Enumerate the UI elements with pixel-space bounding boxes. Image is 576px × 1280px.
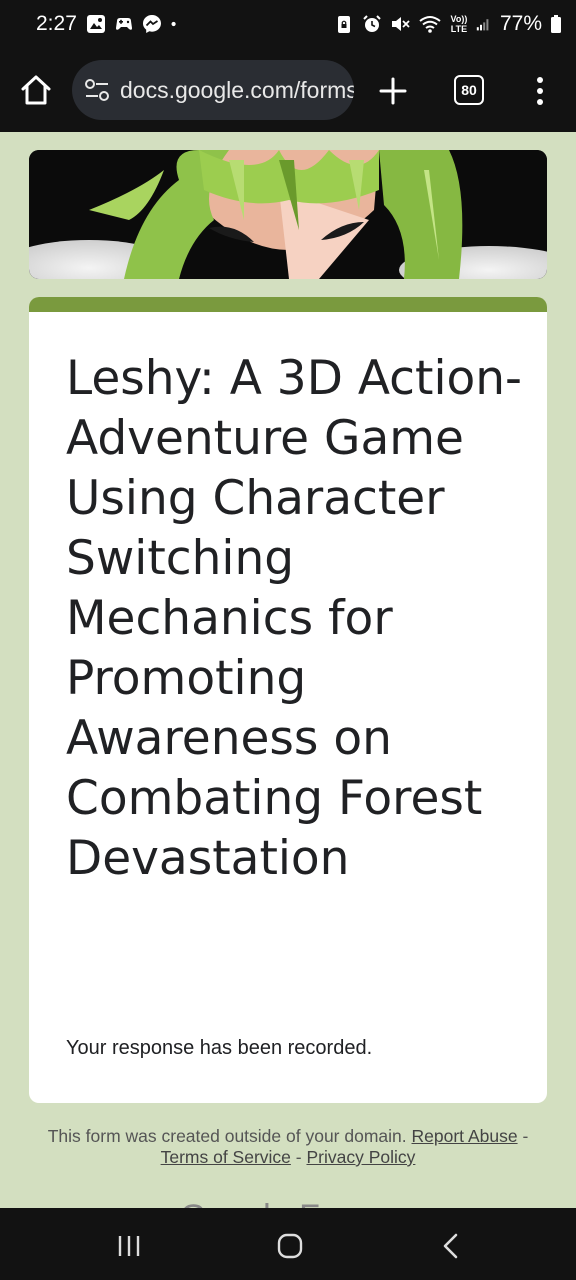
address-bar[interactable]: docs.google.com/forms	[72, 60, 354, 120]
status-bar: 2:27 Vo)) LTE 77%	[0, 0, 576, 50]
status-time: 2:27	[36, 12, 77, 35]
battery-percent: 77%	[499, 12, 542, 35]
alarm-icon	[363, 15, 381, 32]
footer-separator: -	[295, 1147, 302, 1167]
home-icon[interactable]	[18, 72, 54, 108]
confirmation-message: Your response has been recorded.	[66, 1037, 373, 1059]
form-title: Leshy: A 3D Action-Adventure Game Using …	[66, 351, 523, 886]
signal-icon	[476, 19, 489, 31]
report-abuse-link[interactable]: Report Abuse	[412, 1126, 518, 1146]
wifi-icon	[419, 16, 441, 33]
recent-apps-icon[interactable]	[113, 1230, 145, 1262]
battery-icon	[551, 15, 561, 33]
volte-icon: Vo)) LTE	[450, 14, 468, 34]
tab-switcher-button[interactable]: 80	[454, 75, 484, 105]
new-tab-icon[interactable]	[376, 74, 410, 108]
system-icons: Vo)) LTE 77%	[334, 12, 562, 36]
game-icon	[116, 18, 132, 30]
more-menu-icon[interactable]	[528, 74, 552, 108]
footer-notice: This form was created outside of your do…	[47, 1126, 407, 1146]
gallery-icon	[87, 15, 105, 33]
notification-icons	[86, 14, 182, 34]
lock-icon	[337, 16, 350, 33]
privacy-link[interactable]: Privacy Policy	[306, 1147, 415, 1167]
home-nav-icon[interactable]	[274, 1230, 306, 1262]
form-accent-bar	[29, 297, 547, 312]
form-card: Leshy: A 3D Action-Adventure Game Using …	[29, 297, 547, 1103]
form-header-image	[29, 150, 547, 279]
system-navigation-bar	[0, 1208, 576, 1280]
browser-toolbar: docs.google.com/forms 80	[0, 50, 576, 132]
url-text[interactable]: docs.google.com/forms	[120, 77, 354, 104]
footer-separator: -	[522, 1126, 529, 1146]
site-settings-icon[interactable]	[84, 78, 110, 102]
leshy-character-artwork	[29, 150, 547, 279]
form-footer: This form was created outside of your do…	[40, 1126, 536, 1168]
back-icon[interactable]	[436, 1230, 468, 1262]
dot-icon	[171, 21, 176, 27]
terms-link[interactable]: Terms of Service	[161, 1147, 291, 1167]
mute-icon	[391, 17, 410, 31]
messenger-icon	[143, 15, 161, 33]
